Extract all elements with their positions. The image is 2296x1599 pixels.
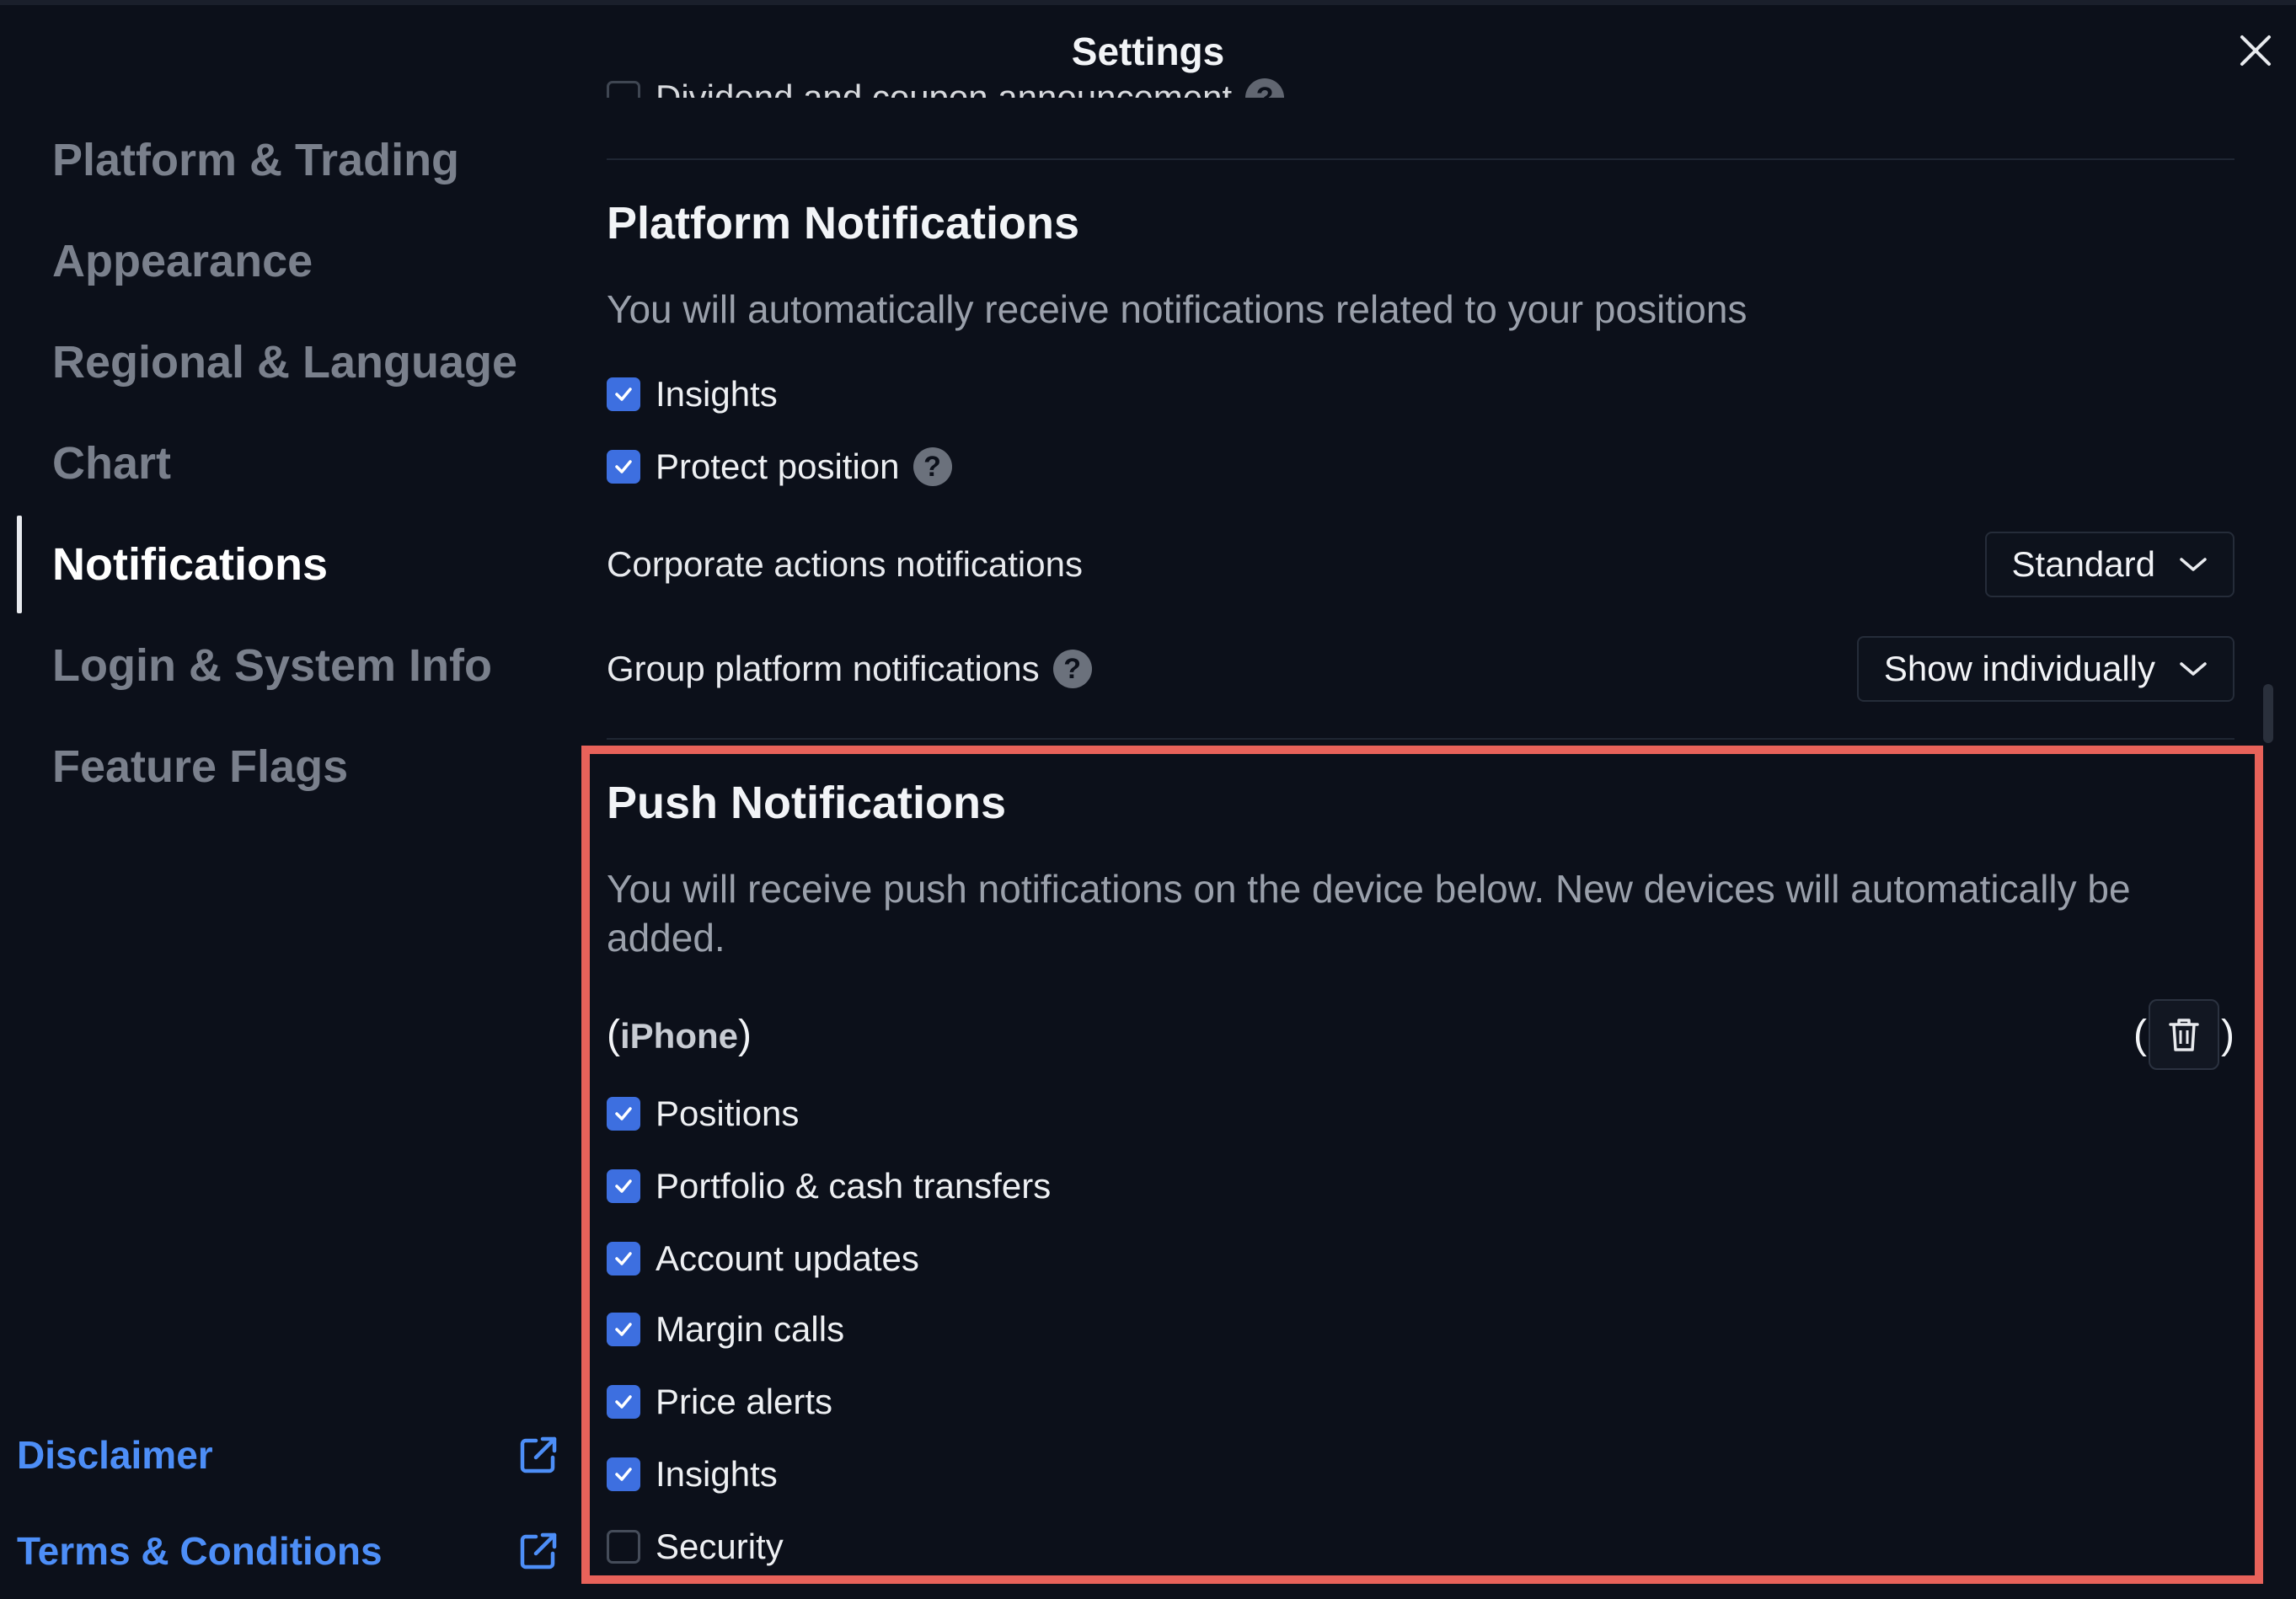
platform-notifications-title: Platform Notifications (607, 198, 1080, 249)
checkbox-checked[interactable] (607, 450, 640, 484)
corporate-actions-row: Corporate actions notifications Standard (607, 531, 2234, 598)
checkbox-checked[interactable] (607, 1242, 640, 1275)
external-link-icon (520, 1436, 557, 1473)
external-link-icon (520, 1532, 557, 1570)
sidebar-item-login-system-info[interactable]: Login & System Info (0, 615, 573, 716)
help-icon[interactable]: ? (913, 447, 952, 486)
check-icon (615, 460, 632, 473)
check-icon (615, 1468, 632, 1481)
push-positions-check[interactable]: Positions (607, 1088, 799, 1139)
device-name: (iPhone) (607, 1012, 752, 1057)
check-icon (615, 1323, 632, 1336)
disclaimer-link[interactable]: Disclaimer (0, 1407, 573, 1503)
push-notifications-title: Push Notifications (607, 778, 1007, 828)
delete-device-button[interactable] (2149, 999, 2220, 1070)
sidebar-item-appearance[interactable]: Appearance (0, 211, 573, 312)
device-row: (iPhone) ( ) (607, 999, 2234, 1070)
sidebar-item-platform-trading[interactable]: Platform & Trading (0, 110, 573, 211)
section-divider (607, 738, 2234, 740)
settings-dialog: Settings Platform & Trading Appearance R… (0, 0, 2296, 1599)
check-icon (615, 1395, 632, 1409)
check-icon (615, 1252, 632, 1265)
checkbox-unchecked[interactable] (607, 1530, 640, 1564)
push-notifications-description: You will receive push notifications on t… (607, 867, 2131, 960)
check-icon (615, 1107, 632, 1120)
device-remove: ( ) (2133, 999, 2234, 1070)
dividend-announcement-row[interactable]: Dividend and coupon announcement ? (607, 72, 1285, 98)
checkbox-checked[interactable] (607, 1457, 640, 1491)
close-button[interactable] (2230, 25, 2281, 76)
group-platform-select[interactable]: Show individually (1856, 636, 2234, 702)
sidebar-item-regional-language[interactable]: Regional & Language (0, 312, 573, 413)
platform-protect-position-check[interactable]: Protect position ? (607, 441, 952, 492)
checkbox-checked[interactable] (607, 1169, 640, 1203)
platform-insights-check[interactable]: Insights (607, 369, 778, 420)
checkbox-checked[interactable] (607, 1385, 640, 1419)
chevron-down-icon (2180, 662, 2207, 676)
push-security-check[interactable]: Security (607, 1521, 784, 1572)
push-insights-check[interactable]: Insights (607, 1449, 778, 1500)
group-platform-label: Group platform notifications ? (607, 649, 1092, 689)
push-portfolio-cash-check[interactable]: Portfolio & cash transfers (607, 1161, 1051, 1211)
close-icon (2240, 35, 2271, 66)
sidebar-item-feature-flags[interactable]: Feature Flags (0, 716, 573, 817)
help-icon[interactable]: ? (1052, 650, 1092, 688)
sidebar-links: Disclaimer Terms & Conditions (0, 1407, 573, 1599)
terms-conditions-link[interactable]: Terms & Conditions (0, 1503, 573, 1599)
sidebar-item-chart[interactable]: Chart (0, 413, 573, 514)
checkbox-checked[interactable] (607, 1097, 640, 1131)
check-icon (615, 388, 632, 401)
help-icon[interactable]: ? (1245, 78, 1285, 98)
push-price-alerts-check[interactable]: Price alerts (607, 1377, 832, 1427)
corporate-actions-select[interactable]: Standard (1984, 532, 2234, 597)
check-icon (615, 1179, 632, 1193)
group-platform-row: Group platform notifications ? Show indi… (607, 635, 2234, 703)
settings-sidebar: Platform & Trading Appearance Regional &… (0, 110, 573, 817)
sidebar-item-notifications[interactable]: Notifications (0, 514, 573, 615)
checkbox[interactable] (607, 81, 640, 98)
notifications-panel: Dividend and coupon announcement ? Platf… (607, 0, 2234, 1599)
platform-notifications-description: You will automatically receive notificat… (607, 287, 1747, 331)
checkbox-checked[interactable] (607, 377, 640, 411)
trash-icon (2169, 1019, 2199, 1051)
chevron-down-icon (2180, 558, 2207, 571)
push-account-updates-check[interactable]: Account updates (607, 1233, 919, 1284)
push-margin-calls-check[interactable]: Margin calls (607, 1304, 844, 1355)
checkbox-checked[interactable] (607, 1313, 640, 1346)
corporate-actions-label: Corporate actions notifications (607, 544, 1083, 584)
section-divider (607, 158, 2234, 160)
scrollbar-thumb[interactable] (2263, 684, 2273, 743)
